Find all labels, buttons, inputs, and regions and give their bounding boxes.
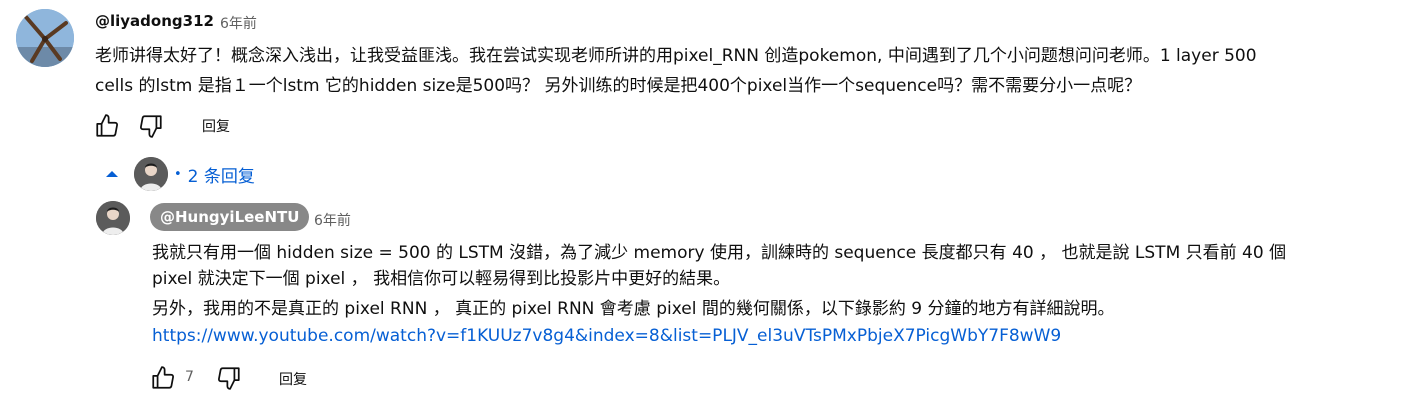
reply-author-chip[interactable]: @HungyiLeeNTU: [150, 203, 310, 231]
comment-text-line-2: cells 的lstm 是指１一个lstm 它的hidden size是500吗…: [95, 76, 1142, 96]
thumbs-down-icon: [140, 115, 162, 138]
windmill-avatar-icon: [16, 9, 74, 67]
thumbs-up-icon: [96, 114, 118, 137]
reply-like-count: 7: [185, 369, 194, 385]
replies-toggle[interactable]: • 2 条回复: [104, 157, 255, 191]
chevron-up-icon: [106, 171, 118, 177]
reply-text-line-3: 另外，我用的不是真正的 pixel RNN ， 真正的 pixel RNN 會考…: [152, 299, 1115, 319]
like-button[interactable]: [92, 112, 122, 140]
reply-text-line-2: pixel 就決定下一個 pixel ， 我相信你可以輕易得到比投影片中更好的結…: [152, 269, 731, 289]
reply-text-line-1: 我就只有用一個 hidden size = 500 的 LSTM 沒錯，為了減少…: [152, 243, 1287, 263]
comment-time[interactable]: 6年前: [220, 13, 257, 33]
person-avatar-icon: [134, 157, 168, 191]
commenter-avatar[interactable]: [16, 9, 74, 67]
comment-reply-button[interactable]: 回复: [202, 116, 230, 136]
replies-count-label[interactable]: 2 条回复: [188, 162, 255, 187]
reply-author-avatar[interactable]: [96, 201, 130, 235]
reply-reply-button[interactable]: 回复: [279, 369, 307, 389]
thumbs-down-icon: [218, 367, 240, 390]
toggle-bullet: •: [174, 166, 182, 182]
reply-like-button[interactable]: [148, 364, 178, 392]
replier-avatar-small: [134, 157, 168, 191]
reply-video-link[interactable]: https://www.youtube.com/watch?v=f1KUUz7v…: [152, 323, 1061, 349]
dislike-button[interactable]: [136, 112, 166, 140]
person-avatar-icon: [96, 201, 130, 235]
comment-text-line-1: 老师讲得太好了！概念深入浅出，让我受益匪浅。我在尝试实现老师所讲的用pixel_…: [95, 46, 1257, 66]
thumbs-up-icon: [152, 366, 174, 389]
comment-author[interactable]: @liyadong312: [95, 12, 214, 30]
reply-dislike-button[interactable]: [214, 364, 244, 392]
reply-time[interactable]: 6年前: [314, 210, 351, 230]
